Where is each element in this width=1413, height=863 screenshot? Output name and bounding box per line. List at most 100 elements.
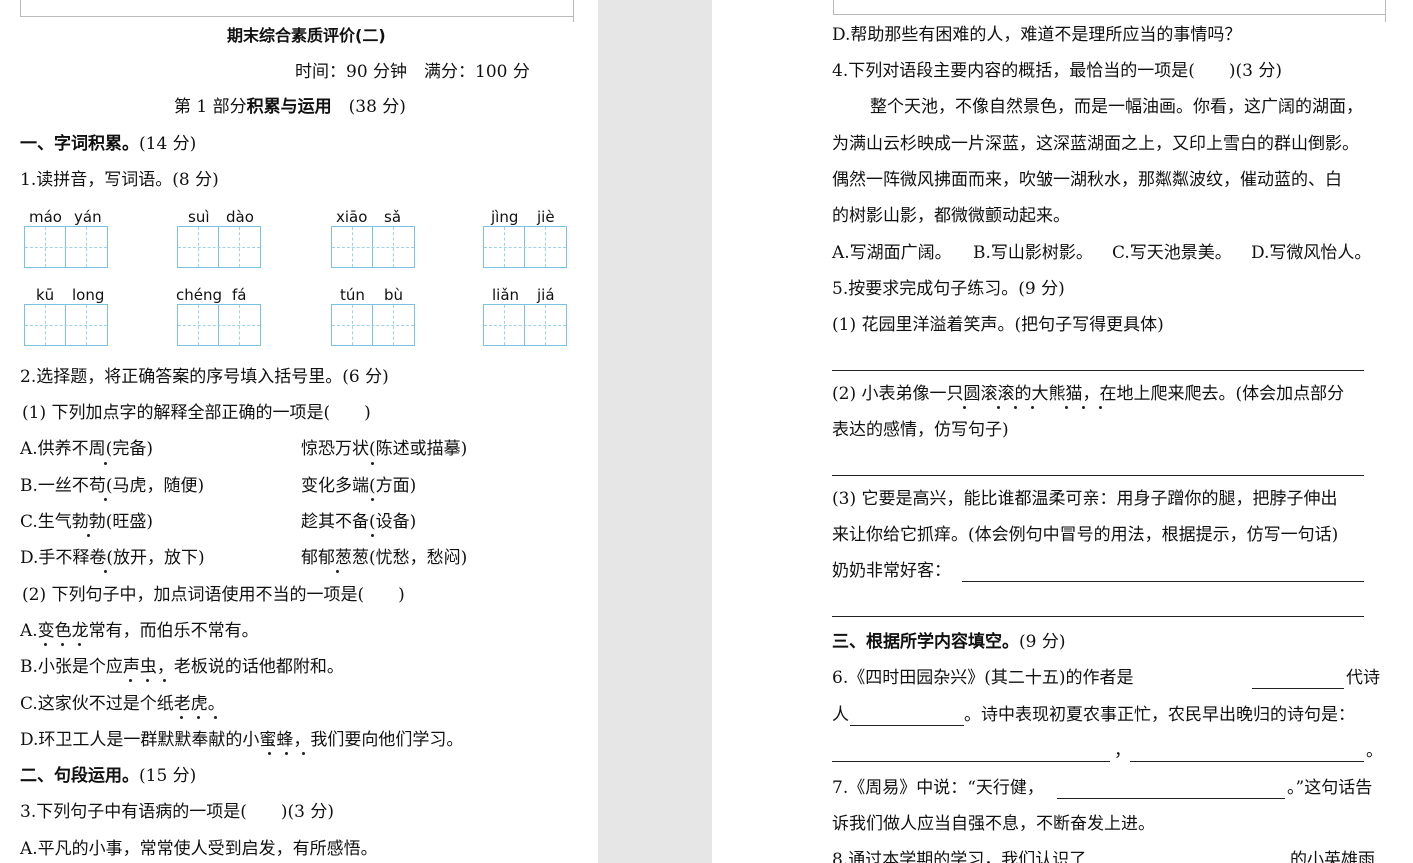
crop-mark [20, 0, 21, 16]
emphasis-dot [1099, 406, 1102, 409]
question-8-line1: 8.通过本学期的学习，我们认识了 [832, 850, 1087, 863]
part1-prefix: 第 1 部分 [174, 97, 247, 117]
question-3-option-d: D.帮助那些有困难的人，难道不是理所应当的事情吗？ [832, 25, 1242, 45]
answer-line[interactable] [832, 761, 1110, 762]
emphasis-dot [214, 716, 217, 719]
question-7-line2: 诉我们做人应当自强不息，不断奋发上进。 [832, 814, 1155, 834]
question-1: 1.读拼音，写词语。(8 分) [20, 170, 219, 190]
crop-mark [1385, 0, 1386, 22]
pinyin: yán [74, 208, 102, 226]
passage-line: 为满山云杉映成一片深蓝，这深蓝湖面之上，又印上雪白的群山倒影。 [832, 134, 1359, 154]
question-6-line1: 6.《四时田园杂兴》(其二十五)的作者是 [832, 668, 1134, 688]
question-5-3-line1: (3) 它要是高兴，能比谁都温柔可亲：用身子蹭你的腿，把脖子伸出 [832, 489, 1338, 509]
emphasis-dot [1031, 406, 1034, 409]
option-c-left: C.生气勃勃(旺盛) [20, 512, 154, 532]
question-2-2: (2) 下列句子中，加点词语使用不当的一项是( ) [22, 585, 405, 605]
writing-grid[interactable] [331, 304, 415, 346]
question-6-separator: ， [1114, 741, 1131, 761]
pinyin: jìng [491, 208, 519, 226]
pinyin: bù [384, 286, 404, 304]
emphasis-dot [336, 570, 339, 573]
answer-line[interactable] [832, 475, 1364, 476]
emphasis-dot [180, 716, 183, 719]
question-6-end: 。 [1366, 741, 1383, 761]
pinyin: fá [232, 286, 247, 304]
crop-mark [573, 0, 574, 22]
question-5-2-line1: (2) 小表弟像一只圆滚滚的大熊猫，在地上爬来爬去。(体会加点部分 [832, 384, 1345, 404]
question-2-1: (1) 下列加点字的解释全部正确的一项是( ) [22, 403, 371, 423]
question-4: 4.下列对语段主要内容的概括，最恰当的一项是( )(3 分) [832, 61, 1282, 81]
passage-line: 整个天池，不像自然景色，而是一幅油画。你看，这广阔的湖面， [870, 97, 1363, 117]
option-c: C.这家伙不过是个纸老虎。 [20, 694, 225, 714]
section1-score: (14 分) [139, 134, 197, 154]
question-6-line1-end: 代诗 [1346, 668, 1380, 688]
emphasis-dot [997, 406, 1000, 409]
pinyin: suì [188, 208, 210, 226]
pinyin: liǎn [492, 286, 520, 304]
section2-score: (15 分) [139, 766, 197, 786]
emphasis-dot [371, 534, 374, 537]
pinyin: jiè [537, 208, 555, 226]
header-rule [833, 14, 1385, 15]
question-8-line1-end: 的小英雄雨 [1290, 850, 1375, 863]
question-5-3-line2: 来让你给它抓痒。(体会例句中冒号的用法，根据提示，仿写一句话) [832, 525, 1339, 545]
emphasis-dot [104, 570, 107, 573]
crop-mark [833, 0, 834, 14]
emphasis-dot [146, 679, 149, 682]
answer-line[interactable] [1057, 798, 1285, 799]
option-a-left: A.供养不周(完备) [20, 439, 153, 459]
writing-grid[interactable] [177, 226, 261, 268]
question-7-line1: 7.《周易》中说：“天行健， [832, 778, 1044, 798]
page-title: 期末综合素质评价(二) [227, 26, 386, 45]
writing-grid[interactable] [331, 226, 415, 268]
time-info: 时间：90 分钟 满分：100 分 [295, 62, 530, 82]
passage-line: 偶然一阵微风拂面而来，吹皱一湖秋水，那粼粼波纹，催动蓝的、白 [832, 170, 1342, 190]
pinyin: sǎ [384, 208, 402, 226]
section1-title: 一、字词积累。 [20, 134, 139, 154]
option-d-left: D.手不释卷(放开，放下) [20, 548, 205, 568]
writing-grid[interactable] [24, 226, 108, 268]
question-5: 5.按要求完成句子练习。(9 分) [832, 279, 1065, 299]
question-5-2-line2: 表达的感情，仿写句子) [832, 420, 1009, 440]
pinyin: jiá [537, 286, 555, 304]
emphasis-dot [104, 462, 107, 465]
header-rule [20, 16, 573, 17]
writing-grid[interactable] [24, 304, 108, 346]
emphasis-dot [285, 752, 288, 755]
answer-line[interactable] [832, 616, 1364, 617]
emphasis-dot [87, 534, 90, 537]
writing-grid[interactable] [177, 304, 261, 346]
answer-line[interactable] [850, 725, 964, 726]
emphasis-dot [1082, 406, 1085, 409]
answer-line[interactable] [1130, 761, 1364, 762]
writing-grid[interactable] [483, 304, 567, 346]
option-d-right: 郁郁葱葱(忧愁，愁闷) [301, 548, 468, 568]
emphasis-dot [1014, 406, 1017, 409]
passage-line: 的树影山影，都微微颤动起来。 [832, 206, 1070, 226]
q4-option-b: B.写山影树影。 [973, 243, 1093, 263]
pinyin: tún [340, 286, 365, 304]
question-5-1: (1) 花园里洋溢着笑声。(把句子写得更具体) [832, 315, 1164, 335]
option-b-right: 变化多端(方面) [301, 476, 417, 496]
answer-line[interactable] [962, 581, 1364, 582]
emphasis-dot [163, 679, 166, 682]
question-5-3-prompt: 奶奶非常好客： [832, 561, 951, 581]
emphasis-dot [371, 462, 374, 465]
emphasis-dot [78, 643, 81, 646]
question-6-line2: 。诗中表现初夏农事正忙，农民早出晚归的诗句是： [964, 705, 1355, 725]
section1-heading: 一、字词积累。(14 分) [20, 133, 196, 155]
answer-line[interactable] [1252, 688, 1344, 689]
answer-line[interactable] [832, 370, 1364, 371]
section2-heading: 二、句段运用。(15 分) [20, 765, 196, 787]
emphasis-dot [44, 643, 47, 646]
question-6-line2-start: 人 [832, 705, 849, 725]
emphasis-dot [61, 643, 64, 646]
writing-grid[interactable] [483, 226, 567, 268]
pinyin: máo [29, 208, 62, 226]
question-3: 3.下列句子中有语病的一项是( )(3 分) [20, 802, 334, 822]
section2-title: 二、句段运用。 [20, 766, 139, 786]
pinyin: long [72, 286, 105, 304]
emphasis-dot [371, 498, 374, 501]
option-a-right: 惊恐万状(陈述或描摹) [301, 439, 468, 459]
option-a: A.变色龙常有，而伯乐不常有。 [20, 621, 259, 641]
